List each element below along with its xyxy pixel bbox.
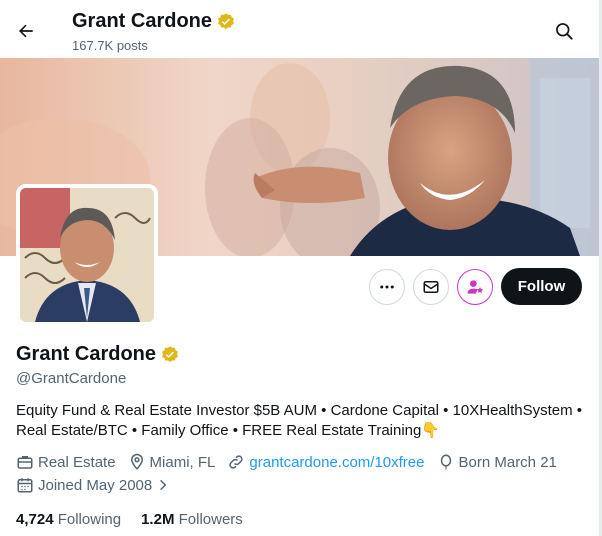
display-name-row: Grant Cardone [16, 343, 180, 366]
post-count: 167.7K posts [72, 38, 148, 53]
message-button[interactable] [413, 269, 449, 305]
verified-badge-icon [218, 12, 234, 29]
bio-text: Equity Fund & Real Estate Investor $5B A… [16, 402, 583, 439]
more-button[interactable] [369, 269, 405, 305]
handle: @GrantCardone [16, 370, 127, 387]
meta-website[interactable]: grantcardone.com/10xfree [227, 453, 425, 471]
search-icon [556, 23, 573, 40]
meta-category: Real Estate [16, 453, 116, 471]
following-label: Following [57, 511, 122, 528]
bio: Equity Fund & Real Estate Investor $5B A… [16, 401, 591, 441]
followers-count: 1.2M [141, 511, 175, 528]
verified-badge-icon[interactable] [160, 345, 180, 365]
profile-meta: Real Estate Miami, FL grantcardone.com/1… [16, 453, 569, 471]
subscribe-icon [467, 280, 484, 294]
header-title: Grant Cardone [72, 10, 236, 33]
subscribe-button[interactable] [457, 269, 493, 305]
arrow-left-icon [19, 24, 33, 38]
header-name: Grant Cardone [72, 10, 213, 32]
display-name: Grant Cardone [16, 343, 157, 365]
balloon-icon [440, 454, 451, 470]
following-count: 4,724 [16, 511, 54, 528]
meta-location: Miami, FL [128, 453, 215, 471]
avatar[interactable] [16, 184, 158, 326]
top-bar: Grant Cardone 167.7K posts [0, 0, 602, 58]
more-icon [380, 285, 394, 289]
chevron-right-icon [160, 479, 167, 491]
search-button[interactable] [548, 15, 580, 47]
meta-born: Born March 21 [437, 453, 557, 471]
website-link[interactable]: grantcardone.com/10xfree [249, 454, 424, 471]
followers-stat[interactable]: 1.2M Followers [141, 511, 243, 528]
location-pin-icon [130, 453, 143, 470]
briefcase-icon [17, 456, 33, 469]
profile-meta-joined: Joined May 2008 [16, 476, 182, 494]
follow-stats: 4,724 Following 1.2M Followers [16, 511, 243, 528]
bio-emoji: 👇 [421, 422, 441, 439]
meta-joined[interactable]: Joined May 2008 [16, 476, 170, 494]
avatar-image [20, 188, 154, 322]
link-icon [229, 455, 244, 469]
envelope-icon [423, 281, 439, 293]
back-button[interactable] [10, 15, 42, 47]
followers-label: Followers [178, 511, 243, 528]
follow-button[interactable]: Follow [501, 268, 582, 305]
following-stat[interactable]: 4,724 Following [16, 511, 121, 528]
calendar-icon [17, 478, 33, 493]
